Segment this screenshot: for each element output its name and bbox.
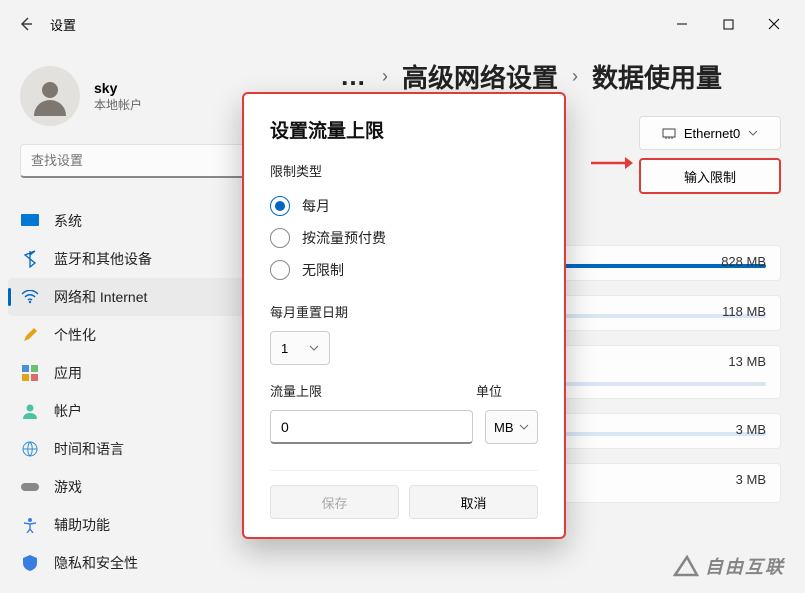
- accessibility-icon: [20, 515, 40, 535]
- radio-icon: [270, 228, 290, 248]
- close-icon: [768, 18, 780, 30]
- ethernet-icon: [662, 126, 676, 140]
- sidebar-item-label: 时间和语言: [54, 439, 124, 459]
- user-name: sky: [94, 80, 142, 96]
- chevron-down-icon: [519, 422, 529, 432]
- sidebar-item-label: 网络和 Internet: [54, 287, 147, 307]
- minimize-icon: [676, 18, 688, 30]
- radio-prepaid[interactable]: 按流量预付费: [270, 222, 538, 254]
- arrow-annotation-icon: [589, 154, 635, 172]
- apps-icon: [20, 363, 40, 383]
- enter-limit-button[interactable]: 输入限制: [639, 158, 781, 194]
- sidebar-item-label: 帐户: [54, 401, 82, 421]
- dialog-title: 设置流量上限: [270, 116, 538, 143]
- gamepad-icon: [20, 477, 40, 497]
- app-title: 设置: [50, 15, 76, 34]
- radio-monthly[interactable]: 每月: [270, 190, 538, 222]
- watermark: 自由互联: [673, 553, 785, 579]
- reset-date-label: 每月重置日期: [270, 302, 538, 321]
- display-icon: [20, 211, 40, 231]
- close-button[interactable]: [751, 8, 797, 40]
- globe-icon: [20, 439, 40, 459]
- sidebar-item-label: 蓝牙和其他设备: [54, 249, 152, 269]
- radio-label: 无限制: [302, 260, 344, 280]
- chevron-right-icon: ›: [572, 66, 578, 87]
- sidebar-item-label: 辅助功能: [54, 515, 110, 535]
- ethernet-dropdown[interactable]: Ethernet0: [639, 116, 781, 150]
- usage-size: 3 MB: [736, 472, 766, 487]
- watermark-icon: [673, 553, 699, 579]
- sidebar-item-label: 系统: [54, 211, 82, 231]
- account-icon: [20, 401, 40, 421]
- bluetooth-icon: [20, 249, 40, 269]
- data-limit-dialog: 设置流量上限 限制类型 每月 按流量预付费 无限制 每月重置日期 1 流量上限 …: [242, 92, 566, 539]
- limit-label: 流量上限: [270, 381, 464, 400]
- sidebar-item-label: 应用: [54, 363, 82, 383]
- save-button[interactable]: 保存: [270, 485, 399, 519]
- usage-size: 13 MB: [728, 354, 766, 369]
- sidebar-item-label: 隐私和安全性: [54, 553, 138, 573]
- search-input[interactable]: [20, 144, 280, 178]
- brush-icon: [20, 325, 40, 345]
- usage-size: 118 MB: [722, 304, 766, 319]
- sidebar-item-label: 游戏: [54, 477, 82, 497]
- shield-icon: [20, 553, 40, 573]
- user-subtitle: 本地帐户: [94, 96, 142, 113]
- cancel-button[interactable]: 取消: [409, 485, 538, 519]
- avatar: [20, 66, 80, 126]
- ethernet-label: Ethernet0: [684, 126, 740, 141]
- breadcrumb-overflow[interactable]: …: [340, 61, 368, 92]
- window-controls: [659, 8, 797, 40]
- unit-label: 单位: [476, 381, 538, 400]
- back-button[interactable]: [8, 6, 44, 42]
- limit-input[interactable]: [270, 410, 473, 444]
- sidebar-item-privacy[interactable]: 隐私和安全性: [0, 544, 300, 582]
- wifi-icon: [20, 287, 40, 307]
- usage-size: 3 MB: [736, 422, 766, 437]
- breadcrumb-current: 数据使用量: [592, 58, 722, 95]
- radio-unlimited[interactable]: 无限制: [270, 254, 538, 286]
- usage-size: 828 MB: [721, 254, 766, 269]
- maximize-icon: [723, 19, 734, 30]
- radio-icon: [270, 260, 290, 280]
- chevron-right-icon: ›: [382, 66, 388, 87]
- chevron-down-icon: [309, 343, 319, 353]
- reset-date-select[interactable]: 1: [270, 331, 330, 365]
- top-controls: Ethernet0 输入限制: [639, 116, 781, 194]
- unit-select[interactable]: MB: [485, 410, 538, 444]
- breadcrumb: … › 高级网络设置 › 数据使用量: [340, 58, 781, 95]
- radio-label: 按流量预付费: [302, 228, 386, 248]
- minimize-button[interactable]: [659, 8, 705, 40]
- maximize-button[interactable]: [705, 8, 751, 40]
- titlebar: 设置: [0, 0, 805, 48]
- sidebar-item-label: 个性化: [54, 325, 96, 345]
- person-icon: [30, 76, 70, 116]
- breadcrumb-parent[interactable]: 高级网络设置: [402, 58, 558, 95]
- radio-label: 每月: [302, 196, 330, 216]
- arrow-left-icon: [18, 16, 34, 32]
- chevron-down-icon: [748, 128, 758, 138]
- limit-type-label: 限制类型: [270, 161, 538, 180]
- radio-icon: [270, 196, 290, 216]
